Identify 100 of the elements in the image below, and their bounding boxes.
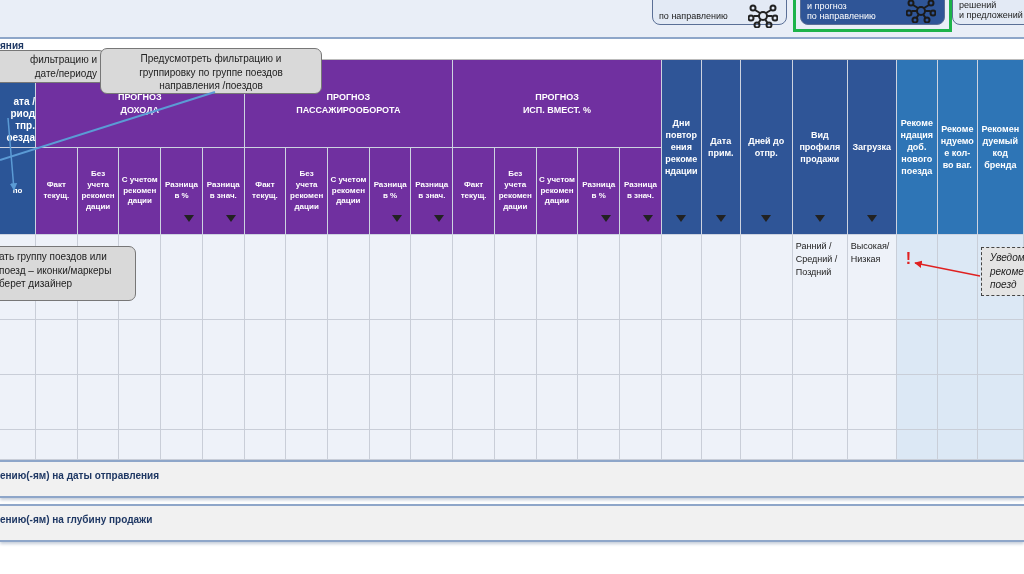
section-heading: ению(-ям) на глубину продажи [0,514,153,525]
network-icon [748,4,778,28]
table-cell [896,375,938,430]
table-cell [620,320,662,375]
filter-icon[interactable] [761,215,772,222]
table-cell [792,375,848,430]
nav-button[interactable]: и прогноз по направлению [800,0,945,25]
section-title: яния [0,40,24,52]
column-label: Дни повторения рекомендации [663,116,699,178]
table-cell [161,375,203,430]
filter-icon[interactable] [601,215,612,222]
table-cell [202,375,245,430]
filter-icon[interactable] [715,215,726,222]
table-cell [286,375,329,430]
table-cell [0,375,36,430]
filter-icon[interactable] [866,215,877,222]
filter-icon[interactable] [642,215,653,222]
column-label: Факт текущ. [42,180,71,202]
table-cell: Высокая/ Низкая [847,235,897,320]
table-cell [119,320,162,375]
table-cell [453,375,495,430]
filter-icon[interactable] [225,215,236,222]
column-label: Факт текущ. [251,180,279,202]
table-cell [202,320,245,375]
filter-icon[interactable] [434,215,445,222]
column-label: Рекомендуемый код бренда [980,122,1021,172]
table-cell [536,320,579,375]
column-label: Разница в знач. [205,180,241,202]
network-icon [906,0,936,23]
table-cell [578,375,621,430]
table-cell [369,375,412,430]
table-cell [661,320,702,375]
table-cell [36,320,78,375]
table-cell [792,320,848,375]
table-cell [244,375,287,430]
table-cell [369,320,412,375]
column-label: Без учета рекомендации [80,169,116,213]
section-heading: ению(-ям) на даты отправления [0,470,160,481]
table-cell [977,375,1024,430]
table-cell [244,320,287,375]
table-cell [328,375,370,430]
alert-mark: ! [905,250,912,268]
table-cell [740,320,793,375]
table-cell [536,375,579,430]
column-label: С учетом рекомендации [538,174,576,208]
table-cell [161,320,203,375]
table-cell [411,375,454,430]
filter-icon[interactable] [392,215,403,222]
table-cell [119,375,162,430]
table-cell [411,320,454,375]
arrow [914,260,981,277]
column-label: Вид профиля продажи [798,128,842,166]
table-cell [77,375,120,430]
column-label: Разница в % [164,180,199,202]
table-cell [701,320,741,375]
column-label: Рекомендуемое кол-во ваг. [939,122,975,172]
column-label: С учетом рекомендации [121,174,159,208]
table-cell: Ранний / Средний / Поздний [792,235,848,320]
column-label: Загрузка [852,140,892,154]
table-cell [620,375,662,430]
filter-icon[interactable] [676,215,687,222]
table-cell [494,320,537,375]
table-cell [453,320,495,375]
column-label: Разница в знач. [414,180,450,202]
table-cell [494,375,537,430]
column-label: Разница в % [372,180,408,202]
table-cell [36,375,78,430]
column-label: по [12,185,23,197]
table-cell [847,320,897,375]
table-cell [977,430,1024,460]
table-cell [896,430,938,460]
table-cell [977,320,1024,375]
table-cell [77,320,120,375]
table-cell [937,375,978,430]
column-label: Факт текущ. [459,180,488,202]
column-label: Рекомендация доб. нового поезда [899,116,934,178]
column-label: С учетом рекомендации [330,174,367,208]
nav-button[interactable]: по направлению [652,0,787,25]
filter-icon[interactable] [183,215,194,222]
nav-button[interactable]: решений и предложений [952,0,1024,25]
column-label: Разница в знач. [622,180,658,202]
column-label: Дата прим. [706,134,735,160]
column-label: Без учета рекомендации [497,169,533,213]
table-cell [286,320,329,375]
column-label: Разница в % [581,180,617,202]
table-cell [937,320,978,375]
table-cell [740,375,793,430]
callout-note: ать группу поездов или поезд – иконки/маркеры берет дизайнер [0,246,136,301]
column-label: Без учета рекомендации [289,169,325,213]
table-cell [847,375,897,430]
group-header: ПРОГНОЗ ИСП. ВМЕСТ. % [453,60,662,148]
table-cell [0,320,36,375]
table-cell [328,320,370,375]
callout-note: Уведом рекоме поезд [981,247,1024,296]
table-cell [578,320,621,375]
callout-note: Предусмотреть фильтрацию и группировку по группе поездов направления /поездов [100,48,322,94]
table-cell [661,375,702,430]
table-cell [701,375,741,430]
table-cell [937,430,978,460]
filter-icon[interactable] [814,215,825,222]
